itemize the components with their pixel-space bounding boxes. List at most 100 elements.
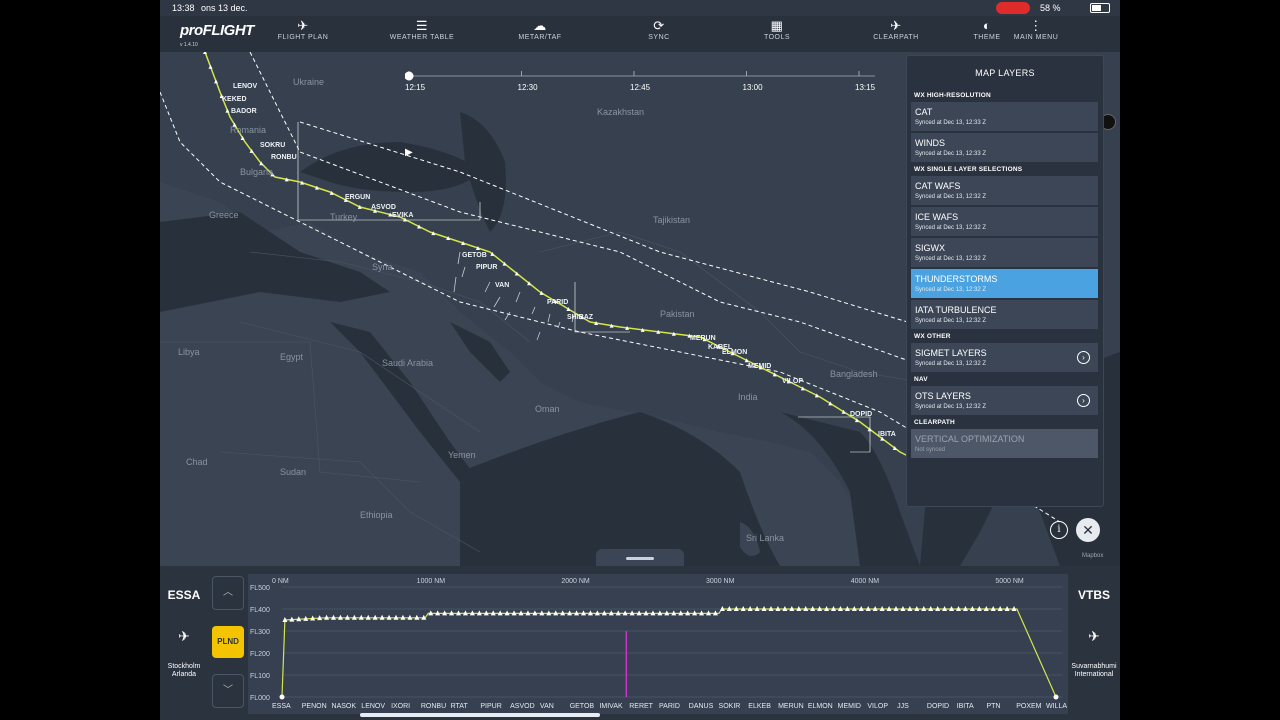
layer-sigwx[interactable]: SIGWX Synced at Dec 13, 12:32 Z xyxy=(911,238,1098,267)
close-icon[interactable]: ✕ xyxy=(1076,518,1100,542)
play-icon[interactable]: ▶ xyxy=(405,147,413,158)
layer-sync-status: Synced at Dec 13, 12:33 Z xyxy=(915,120,987,126)
route-waypoint-label: PENON xyxy=(302,703,327,710)
country-label: Yemen xyxy=(448,450,476,460)
route-waypoint-label: VILOP xyxy=(867,703,888,710)
flight-level-label: FL100 xyxy=(250,673,270,680)
chevron-right-icon[interactable]: › xyxy=(1077,394,1090,407)
route-waypoint-label: IBITA xyxy=(957,703,974,710)
layer-sync-status: Synced at Dec 13, 12:32 Z xyxy=(915,318,987,324)
map-waypoint[interactable]: VAN xyxy=(495,282,509,289)
map-waypoint[interactable]: LENOV xyxy=(233,83,257,90)
layer-ice-wafs[interactable]: ICE WAFS Synced at Dec 13, 12:32 Z xyxy=(911,207,1098,236)
info-icon[interactable]: i xyxy=(1050,521,1068,539)
status-date: ons 13 dec. xyxy=(201,3,248,13)
map-waypoint[interactable]: ERGUN xyxy=(345,194,370,201)
profile-end-point xyxy=(1053,694,1059,700)
country-label: Bangladesh xyxy=(830,369,878,379)
nav-clearpath[interactable]: ✈ CLEARPATH xyxy=(856,18,936,41)
layer-cat-wafs[interactable]: CAT WAFS Synced at Dec 13, 12:32 Z xyxy=(911,176,1098,205)
arrival-name: Suvarnabhumi International xyxy=(1071,663,1117,678)
layer-ots-layers[interactable]: OTS LAYERS Synced at Dec 13, 12:32 Z › xyxy=(911,386,1098,415)
airplane-icon: ✈ xyxy=(297,18,309,33)
nav-main-menu[interactable]: ⋮ MAIN MENU xyxy=(996,18,1076,41)
layer-name: IATA TURBULENCE xyxy=(915,305,997,315)
country-label: Sudan xyxy=(280,467,307,477)
nav-label: METAR/TAF xyxy=(518,34,562,41)
layer-name: SIGWX xyxy=(915,243,946,253)
country-label: Ethiopia xyxy=(360,510,393,520)
chevron-down-icon[interactable]: ﹀ xyxy=(212,674,244,708)
route-waypoint-label: GETOB xyxy=(570,703,595,710)
map-waypoint[interactable]: ELMON xyxy=(722,349,747,356)
arrival-airport[interactable]: VTBS ✈ Suvarnabhumi International xyxy=(1070,588,1118,679)
more-vertical-icon: ⋮ xyxy=(1029,18,1043,33)
screen-recording-icon xyxy=(996,2,1030,14)
map-waypoint[interactable]: PARID xyxy=(547,299,568,306)
layer-cat[interactable]: CAT Synced at Dec 13, 12:33 Z xyxy=(911,102,1098,131)
layer-iata-turbulence[interactable]: IATA TURBULENCE Synced at Dec 13, 12:32 Z xyxy=(911,300,1098,329)
distance-label: 2000 NM xyxy=(561,578,590,585)
country-label: Sri Lanka xyxy=(746,533,785,543)
nav-flight-plan[interactable]: ✈ FLIGHT PLAN xyxy=(263,18,343,41)
map-layers-panel: MAP LAYERS WX HIGH-RESOLUTION CAT Synced a… xyxy=(906,55,1104,507)
layer-sync-status: Synced at Dec 13, 12:32 Z xyxy=(915,287,987,293)
layer-section-title: NAV xyxy=(914,376,928,383)
flight-level-label: FL000 xyxy=(250,695,270,702)
map-waypoint[interactable]: IBITA xyxy=(878,431,896,438)
route-waypoint-label: ELKEB xyxy=(748,703,771,710)
map-waypoint[interactable]: GETOB xyxy=(462,252,487,259)
route-waypoint-label: SOKIR xyxy=(719,703,741,710)
flight-level-label: FL300 xyxy=(250,629,270,636)
planned-level-button[interactable]: PLND xyxy=(212,626,244,658)
map-waypoint[interactable]: SOKRU xyxy=(260,142,285,149)
distance-label: 4000 NM xyxy=(851,578,880,585)
timeline-tick-label: 12:30 xyxy=(517,83,538,92)
layer-thunderstorms[interactable]: THUNDERSTORMS Synced at Dec 13, 12:32 Z xyxy=(911,269,1098,298)
nav-label: WEATHER TABLE xyxy=(389,34,455,41)
home-indicator[interactable] xyxy=(360,713,600,717)
layer-winds[interactable]: WINDS Synced at Dec 13, 12:33 Z xyxy=(911,133,1098,162)
layer-name: SIGMET LAYERS xyxy=(915,348,987,358)
route-waypoint-label: IXORI xyxy=(391,703,410,710)
map-waypoint[interactable]: EVIKA xyxy=(392,212,413,219)
map-layers-title: MAP LAYERS xyxy=(975,68,1035,78)
vertical-profile-chart[interactable]: FL500 FL400 FL300 FL200 FL100 FL000 0 NM 1000 N… xyxy=(248,574,1068,714)
nav-label: FLIGHT PLAN xyxy=(277,34,329,41)
profile-drag-handle[interactable] xyxy=(596,549,684,567)
layer-sigmet-layers[interactable]: SIGMET LAYERS Synced at Dec 13, 12:32 Z › xyxy=(911,343,1098,372)
timeline-handle[interactable] xyxy=(405,71,414,81)
map-waypoint[interactable]: RONBU xyxy=(271,154,297,161)
layer-vertical-optimization[interactable]: VERTICAL OPTIMIZATION Not synced xyxy=(911,429,1098,458)
map-waypoint[interactable]: KEKED xyxy=(222,96,247,103)
chevron-up-icon[interactable]: ︿ xyxy=(212,576,244,610)
route-waypoint-label: WILLA xyxy=(1046,703,1067,710)
nav-metar-taf[interactable]: ☁ METAR/TAF xyxy=(500,18,580,41)
nav-weather-table[interactable]: ☰ WEATHER TABLE xyxy=(382,18,462,41)
map-waypoint[interactable]: MEMID xyxy=(748,363,771,370)
route-waypoint-label: MEMID xyxy=(838,703,861,710)
nav-tools[interactable]: ▦ TOOLS xyxy=(737,18,817,41)
departure-airport[interactable]: ESSA ✈ Stockholm Arlanda xyxy=(160,588,208,679)
country-label: Turkey xyxy=(330,212,358,222)
nav-sync[interactable]: ⟳ SYNC xyxy=(619,18,699,41)
layer-sync-status: Synced at Dec 13, 12:33 Z xyxy=(915,151,987,157)
map-waypoint[interactable]: DOPID xyxy=(850,411,872,418)
layer-section-title: CLEARPATH xyxy=(914,419,955,426)
layer-name: ICE WAFS xyxy=(915,212,959,222)
route-waypoint-label: RTAT xyxy=(451,703,469,710)
distance-label: 5000 NM xyxy=(995,578,1024,585)
map-waypoint[interactable]: PIPUR xyxy=(476,264,497,271)
chevron-right-icon[interactable]: › xyxy=(1077,351,1090,364)
takeoff-icon: ✈ xyxy=(178,628,190,644)
country-label: Bulgaria xyxy=(240,167,274,177)
flight-level-label: FL200 xyxy=(250,651,270,658)
ipad-screen: 13:38 ons 13 dec. 58 % proFLIGHT v 1.4.1… xyxy=(160,0,1120,720)
map-waypoint[interactable]: BADOR xyxy=(231,108,257,115)
map-waypoint[interactable]: ASVOD xyxy=(371,204,396,211)
country-label: Romania xyxy=(230,125,267,135)
map-waypoint[interactable]: VILOP xyxy=(782,378,803,385)
map-waypoint[interactable]: SHIRAZ xyxy=(567,314,593,321)
battery-icon xyxy=(1090,3,1110,13)
map-waypoint[interactable]: MERUN xyxy=(690,335,716,342)
